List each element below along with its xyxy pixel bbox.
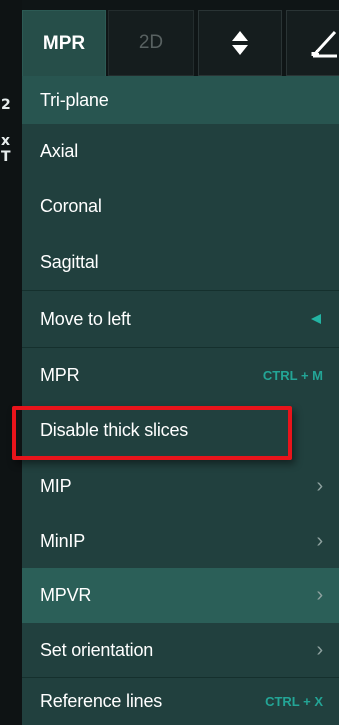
toolbar: MPR 2D <box>22 0 339 76</box>
menu-item-label: MinIP <box>40 530 86 551</box>
menu-item-label: Move to left <box>40 308 131 329</box>
menu-item-label: MPR <box>40 364 80 385</box>
ruler-icon <box>311 30 337 58</box>
ruler-button[interactable] <box>286 10 339 76</box>
annotation-highlight-box <box>12 406 292 460</box>
up-down-arrows-button[interactable] <box>198 10 282 76</box>
up-down-arrows-icon <box>232 31 248 55</box>
menu-item-label: MIP <box>40 475 72 496</box>
menu-item-label: Tri-plane <box>40 89 109 110</box>
mpr-button[interactable]: MPR <box>22 10 106 76</box>
chevron-right-icon: › <box>316 529 324 552</box>
viewport-text-char: 2 <box>1 97 11 113</box>
menu-item-label: Sagittal <box>40 251 99 272</box>
mpr-dropdown-menu: Tri-plane Axial Coronal Sagittal Move to… <box>22 76 339 725</box>
menu-item-mpvr[interactable]: MPVR › <box>22 568 339 623</box>
menu-item-coronal[interactable]: Coronal <box>22 179 339 234</box>
menu-item-reference-lines[interactable]: Reference lines CTRL + X <box>22 678 339 725</box>
menu-item-label: Axial <box>40 141 79 161</box>
menu-item-label: MPVR <box>40 585 92 605</box>
menu-item-mip[interactable]: MIP › <box>22 458 339 514</box>
menu-item-minip[interactable]: MinIP › <box>22 514 339 568</box>
left-viewport-strip: 2 x T <box>0 0 22 725</box>
shortcut-label: CTRL + X <box>265 694 323 709</box>
chevron-right-icon: › <box>316 638 324 661</box>
2d-button[interactable]: 2D <box>108 10 194 76</box>
menu-item-axial[interactable]: Axial <box>22 124 339 179</box>
chevron-right-icon: › <box>316 584 324 606</box>
viewport-text-char: T <box>1 149 11 165</box>
menu-item-mpr[interactable]: MPR CTRL + M <box>22 348 339 402</box>
menu-item-label: Reference lines <box>40 691 163 711</box>
menu-item-label: Set orientation <box>40 639 154 660</box>
menu-item-sagittal[interactable]: Sagittal <box>22 234 339 290</box>
viewport-text-char: x <box>1 133 11 149</box>
chevron-right-icon: › <box>316 474 324 497</box>
menu-item-set-orientation[interactable]: Set orientation › <box>22 623 339 677</box>
2d-button-label: 2D <box>138 32 164 53</box>
mpr-button-label: MPR <box>42 32 86 54</box>
menu-item-move-to-left[interactable]: Move to left <box>22 291 339 347</box>
triangle-left-icon <box>311 314 321 324</box>
menu-item-tri-plane[interactable]: Tri-plane <box>22 76 339 124</box>
menu-item-label: Coronal <box>40 196 102 216</box>
shortcut-label: CTRL + M <box>262 367 323 383</box>
